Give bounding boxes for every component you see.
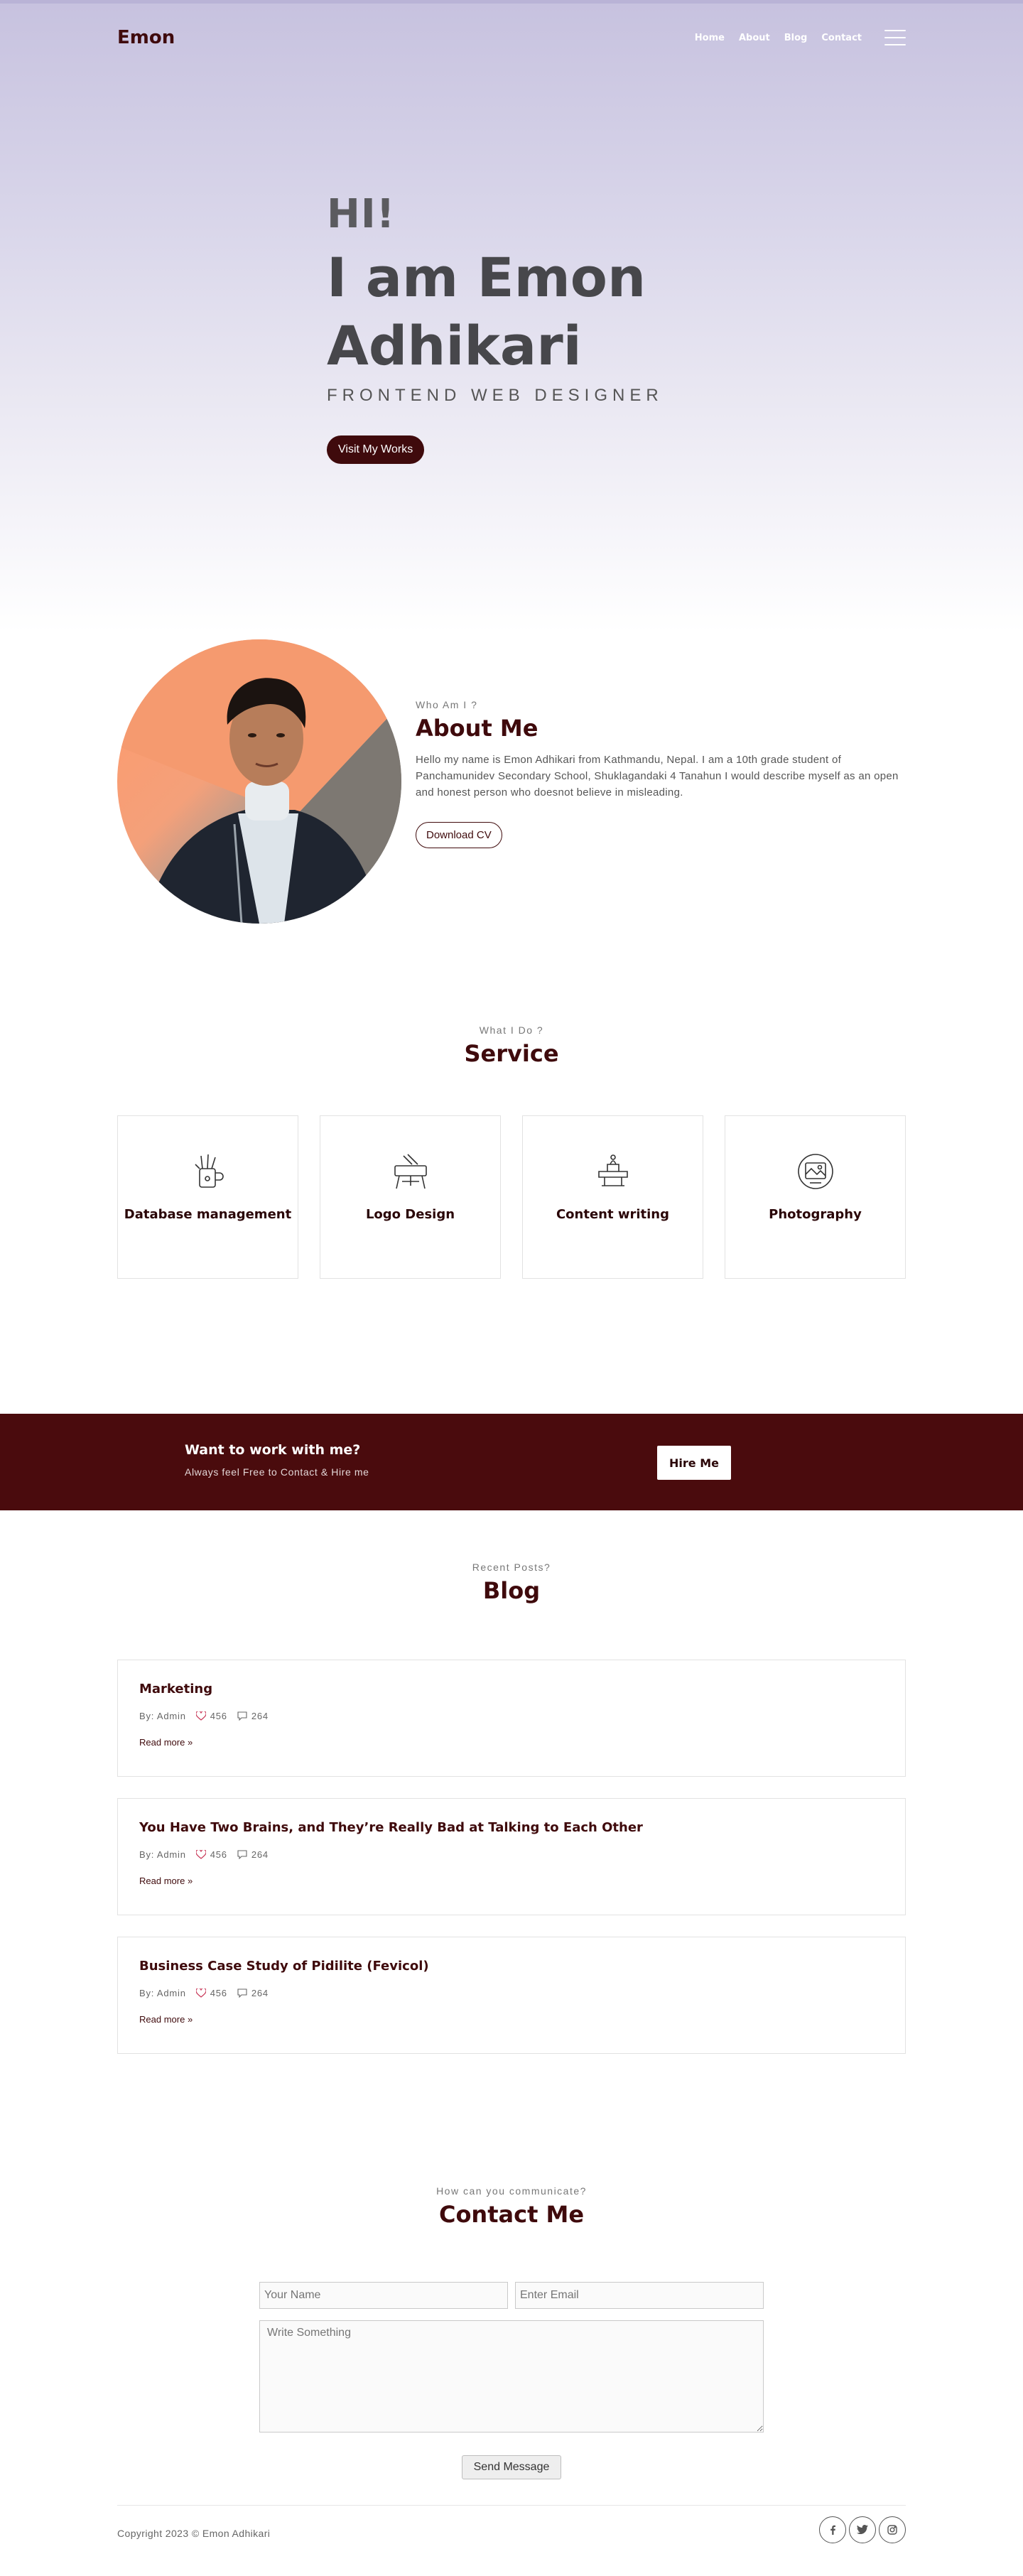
read-more-label: Read more <box>139 2014 185 2025</box>
hero-section: Emon Home About Blog Contact HI! I am Em… <box>0 0 1023 632</box>
hero-name-line2: Adhikari <box>327 314 582 377</box>
service-card-title: Logo Design <box>365 1207 455 1222</box>
blog-post-meta: By: Admin 456 264 <box>139 1711 884 1721</box>
hire-banner: Want to work with me? Always feel Free t… <box>0 1414 1023 1510</box>
hire-subtitle: Always feel Free to Contact & Hire me <box>185 1466 369 1478</box>
hamburger-menu-icon[interactable] <box>884 30 906 45</box>
service-card-title: Content writing <box>556 1207 670 1222</box>
double-chevron-right-icon: » <box>187 1737 193 1748</box>
double-chevron-right-icon: » <box>187 2014 193 2025</box>
service-card[interactable]: Photography <box>725 1115 906 1279</box>
read-more-link[interactable]: Read more » <box>139 1737 193 1748</box>
blog-post-title[interactable]: Business Case Study of Pidilite (Fevicol… <box>139 1959 884 1974</box>
comment-icon[interactable] <box>237 1850 247 1859</box>
hire-me-button[interactable]: Hire Me <box>657 1446 731 1480</box>
message-textarea[interactable] <box>259 2320 764 2432</box>
post-likes: 456 <box>210 1711 227 1721</box>
post-comments: 264 <box>251 1849 269 1860</box>
about-paragraph: Hello my name is Emon Adhikari from Kath… <box>416 754 899 799</box>
download-cv-button[interactable]: Download CV <box>416 822 502 848</box>
hire-title: Want to work with me? <box>185 1442 361 1458</box>
name-input[interactable] <box>259 2282 508 2309</box>
instagram-icon[interactable] <box>879 2516 906 2543</box>
service-cards: Database management Logo Design Content … <box>117 1115 906 1279</box>
about-content: Who Am I ? About Me Hello my name is Emo… <box>416 699 913 848</box>
hire-text: Want to work with me? Always feel Free t… <box>185 1442 369 1478</box>
post-author: By: Admin <box>139 1711 186 1721</box>
service-card[interactable]: Content writing <box>522 1115 703 1279</box>
hero-role: FRONTEND WEB DESIGNER <box>327 386 664 405</box>
nav-link-home[interactable]: Home <box>695 33 725 43</box>
send-message-button[interactable]: Send Message <box>461 2455 562 2479</box>
contact-title: Contact Me <box>438 2201 585 2228</box>
post-likes: 456 <box>210 1988 227 1998</box>
heart-icon[interactable] <box>195 1850 206 1859</box>
double-chevron-right-icon: » <box>187 1876 193 1886</box>
about-title: About Me <box>416 715 538 742</box>
blog-post-list: Marketing By: Admin 456 264 Read more » … <box>117 1660 906 2075</box>
service-heading: What I Do ? Service <box>0 1016 1023 1067</box>
blog-post-card: You Have Two Brains, and They’re Really … <box>117 1798 906 1915</box>
service-section: What I Do ? Service Database management <box>0 1016 1023 1414</box>
comment-icon[interactable] <box>237 1711 247 1721</box>
blog-heading: Recent Posts? Blog <box>0 1562 1023 1604</box>
about-section: Who Am I ? About Me Hello my name is Emo… <box>0 632 1023 1016</box>
camera-frame-icon <box>797 1154 833 1189</box>
footer-divider <box>117 2505 906 2506</box>
nav-link-blog[interactable]: Blog <box>784 33 808 43</box>
email-input[interactable] <box>515 2282 764 2309</box>
service-card-title: Photography <box>769 1207 862 1222</box>
page-footer: Copyright 2023 © Emon Adhikari <box>0 2505 1023 2576</box>
copyright-text: Copyright 2023 © Emon Adhikari <box>117 2528 271 2539</box>
blog-post-meta: By: Admin 456 264 <box>139 1988 884 1998</box>
blog-post-title[interactable]: You Have Two Brains, and They’re Really … <box>139 1820 884 1835</box>
top-navbar: Emon Home About Blog Contact <box>117 25 906 50</box>
hero-intro: HI! I am Emon Adhikari FRONTEND WEB DESI… <box>327 190 664 464</box>
drafting-table-icon <box>394 1154 427 1189</box>
contact-section: How can you communicate? Contact Me Send… <box>0 2143 1023 2505</box>
facebook-icon[interactable] <box>819 2516 846 2543</box>
read-more-link[interactable]: Read more » <box>139 2014 193 2025</box>
post-comments: 264 <box>251 1711 269 1721</box>
service-card[interactable]: Database management <box>117 1115 298 1279</box>
read-more-link[interactable]: Read more » <box>139 1876 193 1886</box>
visit-works-button[interactable]: Visit My Works <box>327 435 425 464</box>
comment-icon[interactable] <box>237 1988 247 1998</box>
hero-name-line1: I am Emon <box>327 246 646 309</box>
contact-form: Send Message <box>259 2282 764 2479</box>
read-more-label: Read more <box>139 1737 185 1748</box>
service-card[interactable]: Logo Design <box>320 1115 501 1279</box>
blog-post-meta: By: Admin 456 264 <box>139 1849 884 1860</box>
blog-post-card: Marketing By: Admin 456 264 Read more » <box>117 1660 906 1777</box>
blog-post-title[interactable]: Marketing <box>139 1682 884 1696</box>
brand-logo[interactable]: Emon <box>117 27 175 48</box>
service-eyebrow: What I Do ? <box>479 1024 544 1036</box>
hero-greeting: HI! <box>327 191 396 237</box>
pen-cup-icon <box>194 1154 224 1188</box>
blog-post-card: Business Case Study of Pidilite (Fevicol… <box>117 1937 906 2054</box>
service-card-title: Database management <box>124 1207 292 1222</box>
post-author: By: Admin <box>139 1849 186 1860</box>
twitter-icon[interactable] <box>849 2516 876 2543</box>
contact-heading: How can you communicate? Contact Me <box>0 2185 1023 2228</box>
about-eyebrow: Who Am I ? <box>416 699 478 710</box>
blog-section: Recent Posts? Blog Marketing By: Admin 4… <box>0 1510 1023 2143</box>
heart-icon[interactable] <box>195 1988 206 1998</box>
contact-form-row <box>259 2282 764 2309</box>
nav-links: Home About Blog Contact <box>695 30 906 45</box>
service-title: Service <box>464 1040 559 1067</box>
blog-title: Blog <box>482 1577 541 1604</box>
heart-icon[interactable] <box>195 1711 206 1721</box>
nav-link-about[interactable]: About <box>739 33 770 43</box>
profile-photo <box>117 639 401 924</box>
social-links <box>819 2516 906 2543</box>
post-comments: 264 <box>251 1988 269 1998</box>
desk-lamp-icon <box>597 1154 628 1186</box>
post-likes: 456 <box>210 1849 227 1860</box>
contact-eyebrow: How can you communicate? <box>436 2185 587 2197</box>
nav-link-contact[interactable]: Contact <box>821 33 862 43</box>
read-more-label: Read more <box>139 1876 185 1886</box>
blog-eyebrow: Recent Posts? <box>472 1562 551 1573</box>
post-author: By: Admin <box>139 1988 186 1998</box>
